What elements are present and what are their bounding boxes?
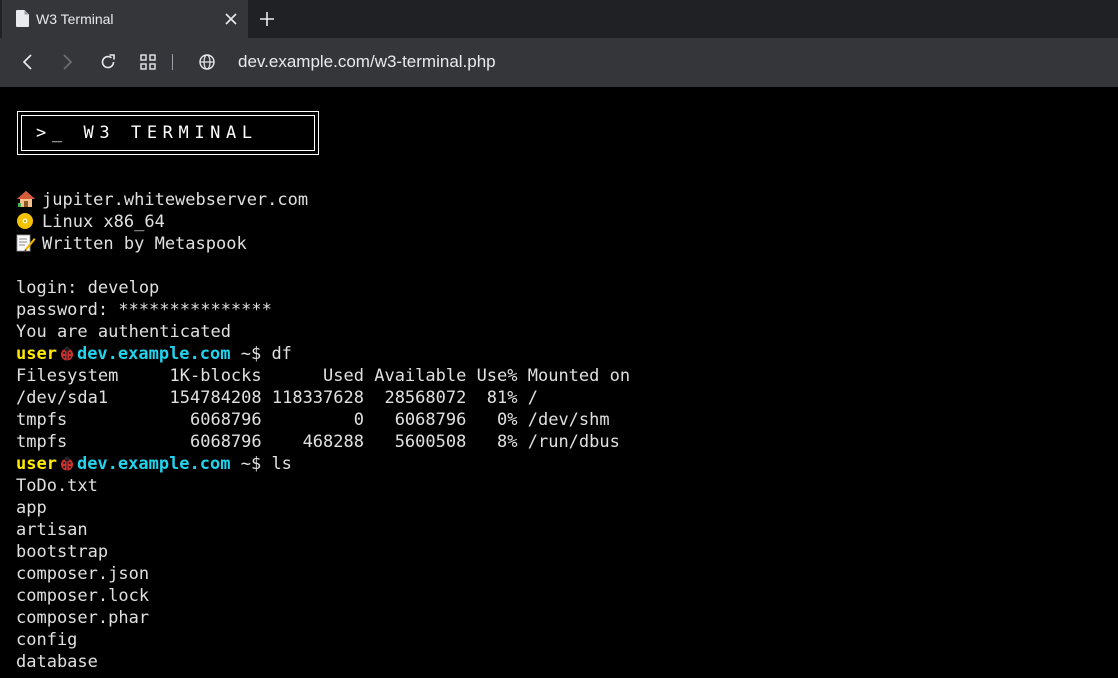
prompt-host: dev.example.com bbox=[76, 344, 231, 364]
auth-line: You are authenticated bbox=[16, 322, 231, 342]
ladybug-icon bbox=[60, 456, 73, 471]
command-text: ls bbox=[271, 454, 292, 474]
globe-icon[interactable] bbox=[198, 53, 216, 71]
info-line-host: jupiter.whitewebserver.com bbox=[16, 189, 630, 211]
banner-text: >_ W3 TERMINAL bbox=[36, 123, 258, 143]
apps-grid-icon[interactable] bbox=[139, 53, 157, 71]
ladybug-icon bbox=[60, 346, 73, 361]
info-line-os: Linux x86_64 bbox=[16, 211, 630, 233]
document-icon bbox=[16, 10, 29, 27]
output-line: artisan bbox=[16, 520, 88, 540]
prompt-line: user dev.example.com ~$ df bbox=[16, 343, 630, 365]
password-line: password: *************** bbox=[16, 300, 272, 320]
memo-icon bbox=[16, 234, 36, 252]
output-line: app bbox=[16, 498, 47, 518]
info-os-text: Linux x86_64 bbox=[42, 212, 165, 232]
tab-title: W3 Terminal bbox=[36, 11, 114, 27]
output-line: tmpfs 6068796 0 6068796 0% /dev/shm bbox=[16, 410, 610, 430]
forward-arrow-icon[interactable] bbox=[58, 53, 76, 71]
output-line: ToDo.txt bbox=[16, 476, 98, 496]
close-icon[interactable] bbox=[224, 12, 238, 26]
tab-w3-terminal[interactable]: W3 Terminal bbox=[2, 0, 248, 38]
disc-icon bbox=[17, 213, 33, 229]
address-bar-url[interactable]: dev.example.com/w3-terminal.php bbox=[238, 52, 496, 72]
login-line: login: develop bbox=[16, 278, 160, 298]
terminal-output: jupiter.whitewebserver.com Linux x86_64 … bbox=[16, 189, 630, 673]
prompt-user: user bbox=[16, 454, 57, 474]
reload-icon[interactable] bbox=[99, 53, 117, 71]
output-line: composer.phar bbox=[16, 608, 150, 628]
output-line: database bbox=[16, 652, 98, 672]
new-tab-plus-icon[interactable] bbox=[258, 10, 276, 28]
back-arrow-icon[interactable] bbox=[19, 53, 37, 71]
prompt-suffix: ~$ bbox=[230, 344, 272, 364]
browser-toolbar: dev.example.com/w3-terminal.php bbox=[0, 38, 1118, 87]
info-host-text: jupiter.whitewebserver.com bbox=[42, 190, 309, 210]
output-line: composer.lock bbox=[16, 586, 150, 606]
output-line: Filesystem 1K-blocks Used Available Use%… bbox=[16, 366, 631, 386]
output-line: composer.json bbox=[16, 564, 150, 584]
toolbar-separator bbox=[172, 54, 173, 70]
tab-strip: W3 Terminal bbox=[0, 0, 1118, 38]
terminal-page[interactable]: >_ W3 TERMINAL jupiter.whitewebserver.co… bbox=[0, 87, 1118, 678]
output-line: /dev/sda1 154784208 118337628 28568072 8… bbox=[16, 388, 538, 408]
browser-window: W3 Terminal dev.example.com/w3-terminal.… bbox=[0, 0, 1118, 678]
prompt-line: user dev.example.com ~$ ls bbox=[16, 453, 630, 475]
info-line-author: Written by Metaspook bbox=[16, 233, 630, 255]
command-text: df bbox=[271, 344, 292, 364]
prompt-suffix: ~$ bbox=[230, 454, 272, 474]
output-line: bootstrap bbox=[16, 542, 109, 562]
house-icon bbox=[17, 191, 35, 207]
prompt-host: dev.example.com bbox=[76, 454, 231, 474]
info-author-text: Written by Metaspook bbox=[42, 234, 247, 254]
terminal-banner: >_ W3 TERMINAL bbox=[17, 111, 319, 155]
prompt-user: user bbox=[16, 344, 57, 364]
output-line: tmpfs 6068796 468288 5600508 8% /run/dbu… bbox=[16, 432, 620, 452]
output-line: config bbox=[16, 630, 78, 650]
